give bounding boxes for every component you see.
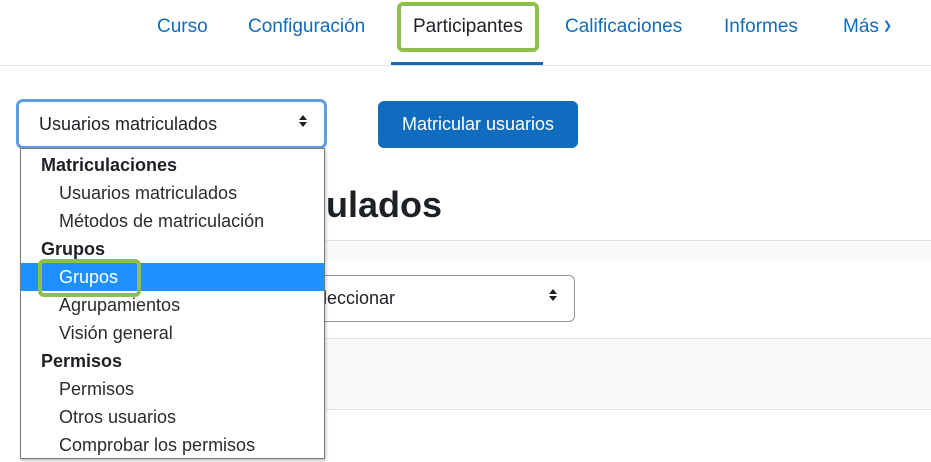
tab-informes[interactable]: Informes [724,0,798,54]
optgroup-grupos: Grupos [41,239,106,259]
option-comprobar-permisos[interactable]: Comprobar los permisos [21,431,324,459]
optgroup-permisos: Permisos [41,351,123,371]
enrol-users-button[interactable]: Matricular usuarios [378,101,578,148]
content-band [326,240,931,261]
filter-select[interactable]: eleccionar [300,275,575,322]
enrolment-select-listbox: Matriculaciones Usuarios matriculados Mé… [20,148,325,459]
tab-configuracion[interactable]: Configuración [248,0,365,54]
option-vision-general[interactable]: Visión general [21,319,324,347]
chevron-down-icon: ❯ [882,20,893,32]
option-grupos[interactable]: Grupos [21,263,324,291]
option-permisos[interactable]: Permisos [21,375,324,403]
enrolment-page-select[interactable]: Usuarios matriculados [16,99,327,149]
tab-curso[interactable]: Curso [157,0,208,54]
option-metodos-matriculacion[interactable]: Métodos de matriculación [21,207,324,235]
filter-select-value: eleccionar [313,288,396,308]
tab-mas[interactable]: Más ❯ [843,0,892,54]
option-otros-usuarios[interactable]: Otros usuarios [21,403,324,431]
tab-mas-label: Más [843,16,879,37]
active-tab-indicator [391,62,543,65]
page-title: ulados [326,184,443,225]
option-agrupamientos[interactable]: Agrupamientos [21,291,324,319]
sort-icon [298,102,308,146]
tab-calificaciones[interactable]: Calificaciones [565,0,682,54]
tab-participantes[interactable]: Participantes [413,0,523,54]
option-usuarios-matriculados[interactable]: Usuarios matriculados [21,179,324,207]
table-band [326,338,931,410]
optgroup-matriculaciones: Matriculaciones [41,155,178,175]
sort-icon [548,276,558,321]
enrolment-select-value: Usuarios matriculados [39,114,218,134]
secondary-navigation: Curso Configuración Participantes Califi… [0,0,931,66]
